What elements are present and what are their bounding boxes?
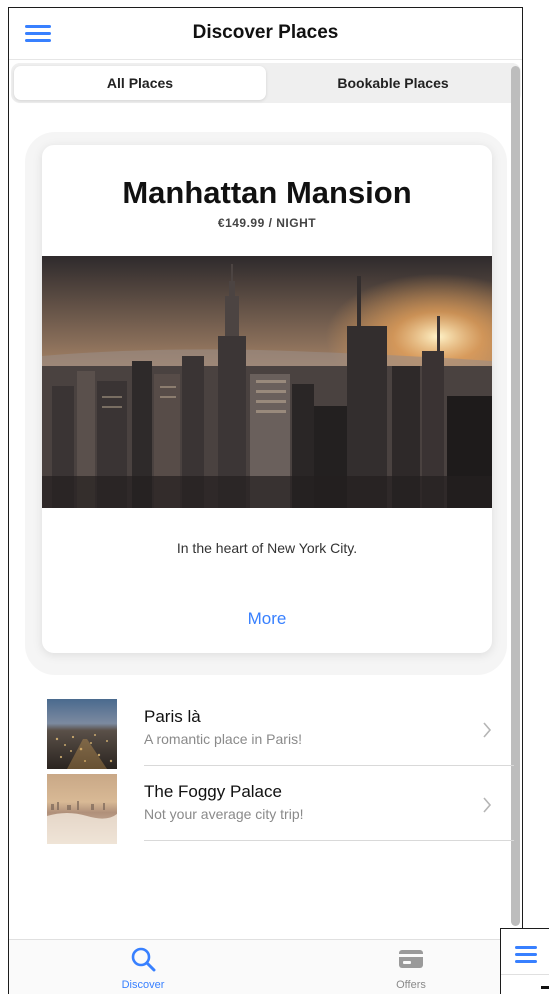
title-glyph <box>541 986 549 989</box>
tab-label: Discover <box>121 979 165 991</box>
list-item-title: The Foggy Palace <box>144 782 282 801</box>
tab-label: Offers <box>396 979 426 991</box>
places-list: Paris là A romantic place in Paris! The … <box>9 691 514 844</box>
chevron-right-icon <box>483 797 492 813</box>
featured-description: In the heart of New York City. <box>176 540 358 556</box>
chevron-right-icon <box>483 722 492 738</box>
segment-all-places[interactable]: All Places <box>14 66 266 100</box>
featured-title: Manhattan Mansion <box>122 175 412 210</box>
paris-night-photo <box>47 699 117 769</box>
divider <box>144 840 514 841</box>
tab-discover[interactable]: Discover <box>83 946 203 991</box>
search-icon <box>131 947 156 972</box>
list-item-subtitle: Not your average city trip! <box>144 806 304 822</box>
app-window: Discover Places All Places Bookable Plac… <box>8 7 523 994</box>
card-icon <box>399 950 423 968</box>
segment-bookable-places[interactable]: Bookable Places <box>268 66 518 100</box>
list-item-subtitle: A romantic place in Paris! <box>144 731 302 747</box>
list-item-text: Paris là A romantic place in Paris! <box>144 707 514 747</box>
foggy-city-photo <box>47 774 117 844</box>
tab-offers[interactable]: Offers <box>351 946 471 991</box>
menu-icon[interactable] <box>513 943 539 965</box>
secondary-window-peek <box>500 928 549 994</box>
featured-place-card[interactable]: Manhattan Mansion €149.99 / NIGHT In the… <box>42 145 492 653</box>
page-title: Discover Places <box>192 22 339 43</box>
toolbar: Discover Places <box>9 8 522 60</box>
tab-bar: Discover Offers <box>9 939 522 994</box>
city-skyline-photo <box>42 256 492 508</box>
segment-control: All Places Bookable Places <box>11 63 521 103</box>
list-item[interactable]: Paris là A romantic place in Paris! <box>9 691 514 769</box>
featured-price: €149.99 / NIGHT <box>217 216 317 230</box>
list-item-title: Paris là <box>144 707 201 726</box>
list-item[interactable]: The Foggy Palace Not your average city t… <box>9 766 514 844</box>
list-item-text: The Foggy Palace Not your average city t… <box>144 782 514 822</box>
divider <box>501 974 549 975</box>
more-button[interactable]: More <box>42 609 492 629</box>
